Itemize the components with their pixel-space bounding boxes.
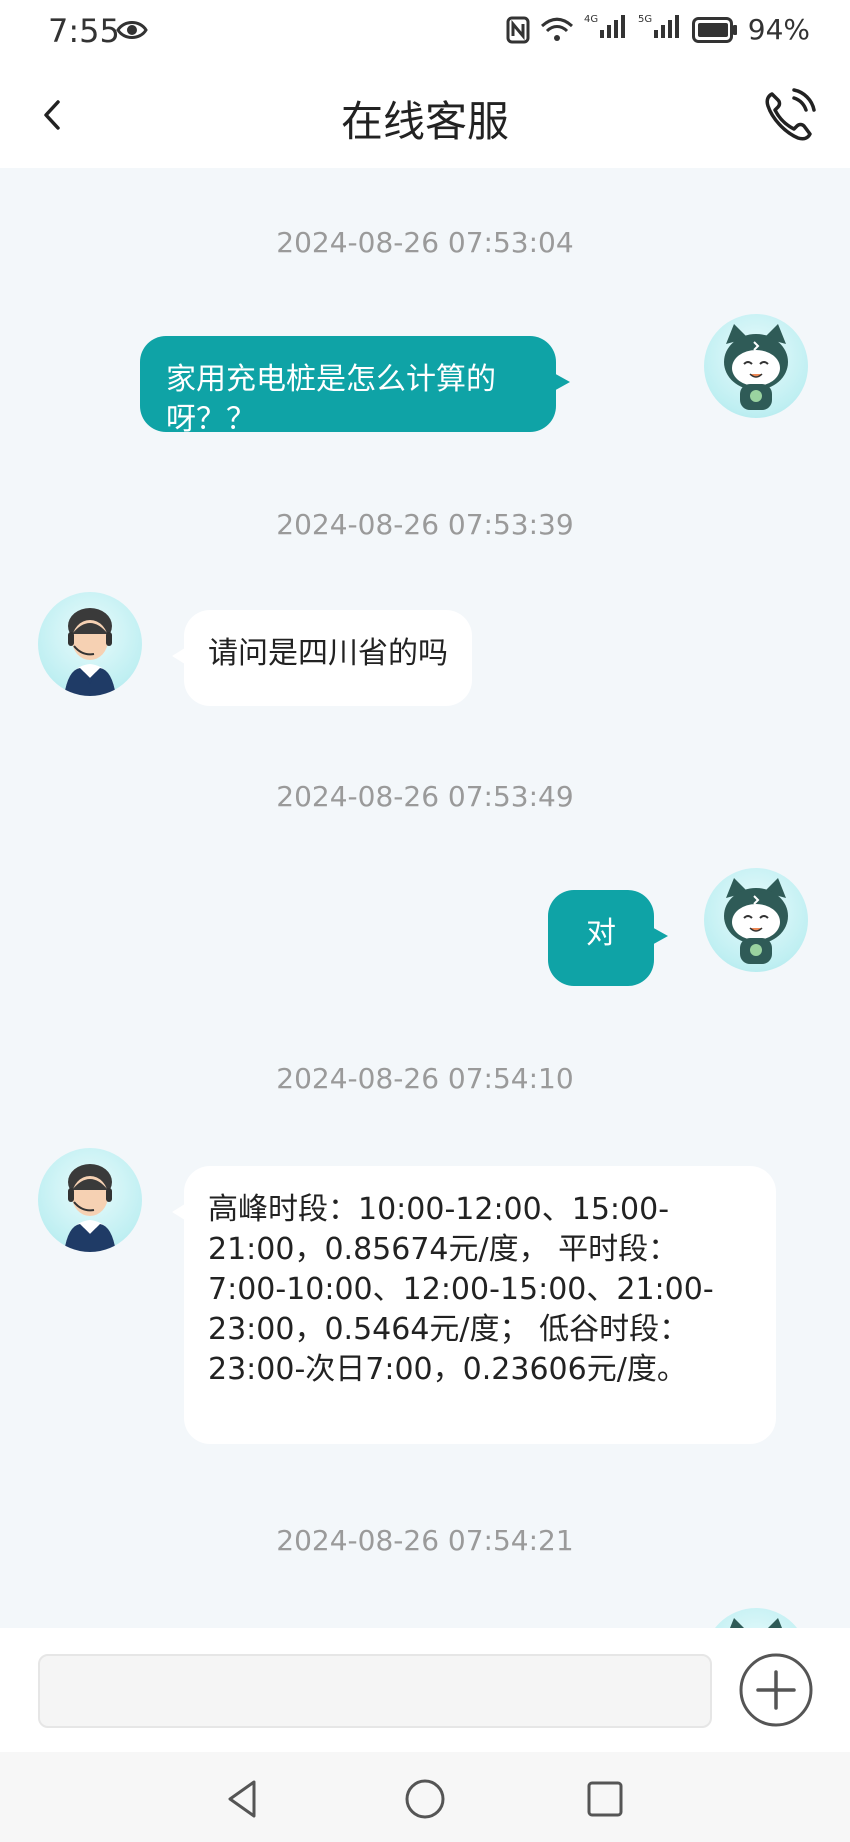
user-avatar[interactable] [704,314,808,418]
user-message[interactable]: 对 [548,890,668,986]
headset-agent-icon [64,1164,116,1252]
cat-mascot-icon [724,878,788,964]
agent-avatar[interactable] [38,1148,142,1252]
cat-mascot-icon [730,1618,782,1628]
signal-4g-icon: 4G [584,12,628,47]
nav-recents-icon[interactable] [582,1776,628,1822]
message-timestamp: 2024-08-26 07:54:10 [276,1062,574,1095]
message-text: 高峰时段：10:00-12:00、15:00-21:00，0.85674元/度，… [208,1192,714,1387]
message-timestamp: 2024-08-26 07:53:49 [276,780,574,813]
headset-agent-icon [64,608,116,696]
plus-circle-icon[interactable] [738,1652,814,1728]
message-text: 请问是四川省的吗 [208,636,448,671]
phone-call-icon[interactable] [756,84,820,148]
status-bar: 7:55 4G 5G 94% [0,0,850,64]
user-avatar[interactable] [704,1608,808,1628]
chat-area[interactable]: 2024-08-26 07:53:04 家用充电桩是怎么计算的呀？？ 2024-… [0,168,850,1628]
agent-avatar[interactable] [38,592,142,696]
status-right: 4G 5G 94% [506,12,810,47]
user-message[interactable]: 家用充电桩是怎么计算的呀？？ [140,336,570,437]
message-timestamp: 2024-08-26 07:53:39 [276,508,574,541]
message-text: 对 [586,916,616,951]
cat-mascot-icon [724,324,788,410]
status-time: 7:55 [48,12,120,50]
wifi-icon [540,17,573,41]
app-header: 在线客服 [0,64,850,168]
nav-home-icon[interactable] [402,1776,448,1822]
page-title: 在线客服 [340,97,509,146]
signal-5g-icon: 5G [638,12,682,47]
message-input[interactable] [38,1654,712,1728]
nav-back-icon[interactable] [220,1776,266,1822]
message-timestamp: 2024-08-26 07:54:21 [276,1524,574,1557]
input-bar [0,1628,850,1752]
message-text: 家用充电桩是怎么计算的呀？？ [166,362,496,437]
message-timestamp: 2024-08-26 07:53:04 [276,226,574,259]
signal-4g-label: 4G [584,14,598,25]
eye-icon [116,21,148,39]
user-avatar[interactable] [704,868,808,972]
battery-percent: 94% [747,13,810,46]
signal-5g-label: 5G [638,14,652,25]
nfc-icon [506,16,530,43]
agent-message[interactable]: 请问是四川省的吗 [172,610,472,706]
system-nav-bar [0,1752,850,1842]
agent-message[interactable]: 高峰时段：10:00-12:00、15:00-21:00，0.85674元/度，… [172,1166,776,1444]
battery-icon [691,16,737,43]
